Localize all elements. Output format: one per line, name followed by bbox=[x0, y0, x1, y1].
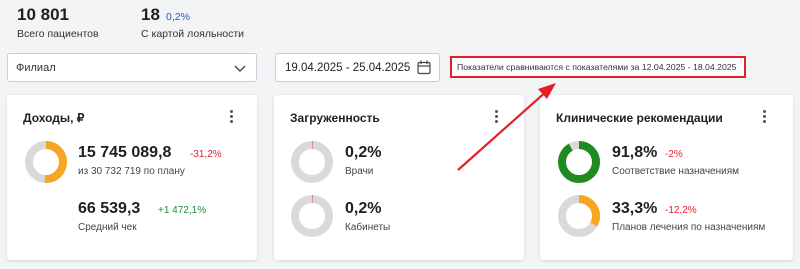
doctors-load-value: 0,2% bbox=[345, 144, 382, 161]
patients-total-value: 10 801 bbox=[17, 5, 69, 24]
income-card-title: Доходы, ₽ bbox=[23, 111, 85, 125]
kebab-menu-icon[interactable] bbox=[491, 109, 501, 125]
load-card-title: Загруженность bbox=[290, 111, 380, 125]
compliance-value: 91,8% bbox=[612, 144, 658, 161]
income-delta: -31,2% bbox=[190, 149, 222, 160]
loyalty-value: 18 bbox=[141, 5, 160, 24]
load-card: Загруженность 0,2% Врачи 0,2% Кабинеты bbox=[274, 95, 524, 260]
average-check-label: Средний чек bbox=[78, 222, 137, 233]
chevron-down-icon bbox=[234, 65, 246, 72]
average-check-delta: +1 472,1% bbox=[158, 205, 207, 216]
doctors-load-donut bbox=[291, 141, 333, 183]
loyalty-percent: 0,2% bbox=[166, 11, 190, 23]
clinical-card-title: Клинические рекомендации bbox=[556, 111, 723, 125]
treatment-plans-label: Планов лечения по назначениям bbox=[612, 222, 766, 233]
compliance-label: Соответствие назначениям bbox=[612, 166, 740, 177]
comparison-period-note: Показатели сравниваются с показателями з… bbox=[450, 56, 746, 78]
comparison-period-text: Показатели сравниваются с показателями з… bbox=[457, 62, 737, 72]
income-value: 15 745 089,8 bbox=[78, 144, 172, 161]
income-plan-text: из 30 732 719 по плану bbox=[78, 166, 185, 177]
income-card: Доходы, ₽ 15 745 089,8 -31,2% из 30 732 … bbox=[7, 95, 257, 260]
rooms-load-value: 0,2% bbox=[345, 200, 382, 217]
treatment-plans-donut bbox=[558, 195, 600, 237]
income-plan-donut bbox=[25, 141, 67, 183]
loyalty-label: С картой лояльности bbox=[141, 28, 245, 40]
kebab-menu-icon[interactable] bbox=[226, 109, 236, 125]
rooms-load-label: Кабинеты bbox=[345, 222, 391, 233]
date-range-picker[interactable]: 19.04.2025 - 25.04.2025 bbox=[275, 53, 440, 82]
kebab-menu-icon[interactable] bbox=[759, 109, 769, 125]
clinical-card: Клинические рекомендации 91,8% -2% Соотв… bbox=[540, 95, 793, 260]
treatment-plans-value: 33,3% bbox=[612, 200, 658, 217]
treatment-plans-delta: -12,2% bbox=[665, 205, 697, 216]
calendar-icon[interactable] bbox=[417, 60, 431, 75]
compliance-delta: -2% bbox=[665, 149, 683, 160]
doctors-load-label: Врачи bbox=[345, 166, 374, 177]
branch-select[interactable]: Филиал bbox=[7, 53, 257, 82]
branch-select-label: Филиал bbox=[16, 62, 56, 74]
compliance-donut bbox=[558, 141, 600, 183]
patients-total-label: Всего пациентов bbox=[17, 28, 99, 40]
average-check-value: 66 539,3 bbox=[78, 200, 141, 217]
date-range-value: 19.04.2025 - 25.04.2025 bbox=[285, 62, 411, 74]
rooms-load-donut bbox=[291, 195, 333, 237]
